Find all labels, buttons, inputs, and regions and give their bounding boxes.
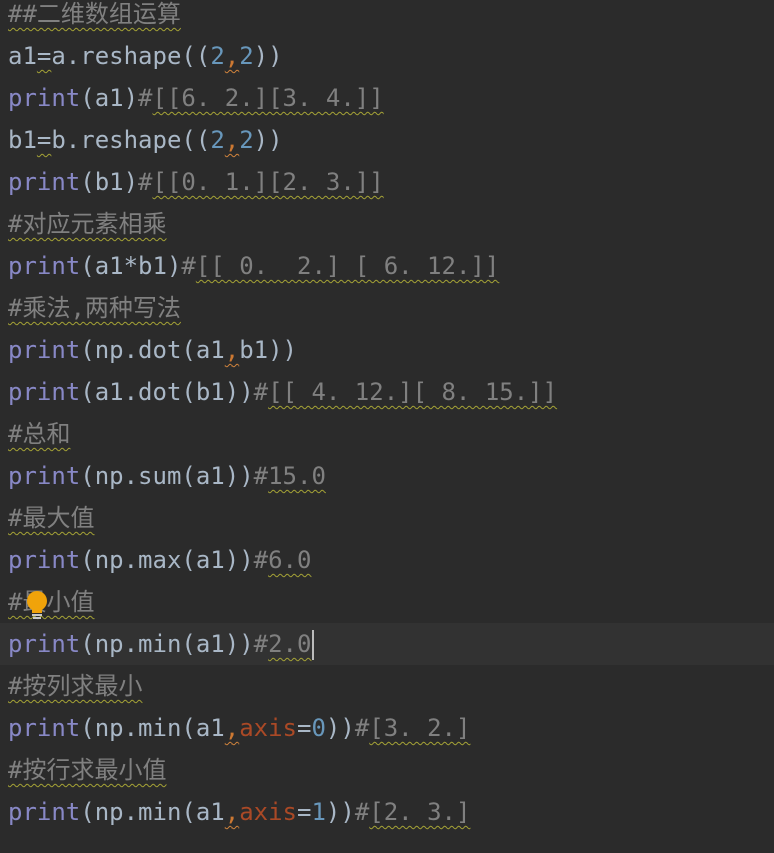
code-token: 15.0: [268, 462, 326, 490]
code-line[interactable]: print(np.dot(a1,b1)): [0, 329, 774, 371]
code-line[interactable]: print(a1*b1)#[[ 0. 2.] [ 6. 12.]]: [0, 245, 774, 287]
code-token: )): [253, 42, 283, 70]
code-token: #: [354, 714, 370, 742]
code-token: 2: [239, 42, 254, 70]
code-editor[interactable]: ##二维数组运算 a1=a.reshape((2,2)) print(a1)#[[6…: [0, 0, 774, 853]
code-line[interactable]: b1=b.reshape((2,2)): [0, 119, 774, 161]
code-token: [[0. 1.][2. 3.]]: [152, 168, 384, 196]
code-token: #: [181, 252, 196, 280]
code-token: (np.sum(a1)): [80, 462, 254, 490]
code-token: (a1*b1): [80, 252, 182, 280]
code-line[interactable]: print(np.min(a1,axis=1))#[2. 3.]: [0, 791, 774, 833]
code-line[interactable]: #总和: [0, 413, 774, 455]
code-token: print: [8, 546, 81, 574]
code-token: (a1): [80, 84, 139, 112]
code-token: (np.min(a1: [80, 714, 225, 742]
code-line[interactable]: print(a1)#[[6. 2.][3. 4.]]: [0, 77, 774, 119]
code-token: 6.0: [268, 546, 312, 574]
code-token: ,: [224, 714, 240, 742]
code-token: #: [138, 84, 153, 112]
code-token: (np.min(a1)): [80, 630, 254, 658]
code-token: (np.dot(a1: [80, 336, 225, 364]
code-token: #: [253, 378, 269, 406]
code-token: )): [325, 714, 355, 742]
code-token: ##二维数组运算: [8, 0, 181, 28]
code-token: #: [253, 462, 269, 490]
code-token: ,: [224, 126, 240, 154]
code-line[interactable]: print(np.max(a1))#6.0: [0, 539, 774, 581]
code-token: (np.max(a1)): [80, 546, 254, 574]
code-token: print: [8, 630, 81, 658]
code-token: =: [36, 126, 52, 154]
code-token: ,: [224, 42, 240, 70]
code-token: 2.0: [268, 630, 312, 658]
code-token: b.reshape((: [51, 126, 211, 154]
code-line[interactable]: #最大值: [0, 497, 774, 539]
code-token: #: [253, 630, 269, 658]
code-token: [3. 2.]: [369, 714, 471, 742]
code-token: print: [8, 798, 81, 826]
code-token: [[ 4. 12.][ 8. 15.]]: [268, 378, 558, 406]
code-token: #按列求最小: [8, 672, 143, 700]
code-token: #总和: [8, 420, 71, 448]
code-token: 2: [239, 126, 254, 154]
code-line[interactable]: print(b1)#[[0. 1.][2. 3.]]: [0, 161, 774, 203]
code-line[interactable]: #乘法,两种写法: [0, 287, 774, 329]
code-token: [2. 3.]: [369, 798, 471, 826]
code-token: 2: [210, 42, 225, 70]
code-token: ,: [224, 798, 240, 826]
code-line[interactable]: print(np.sum(a1))#15.0: [0, 455, 774, 497]
code-token: #: [138, 168, 153, 196]
code-token: =: [36, 42, 52, 70]
code-token: b1)): [239, 336, 297, 364]
code-token: 2: [210, 126, 225, 154]
code-token: print: [8, 336, 81, 364]
code-token: ,: [224, 336, 240, 364]
code-token: 1: [311, 798, 326, 826]
code-token: [[6. 2.][3. 4.]]: [152, 84, 384, 112]
code-line[interactable]: a1=a.reshape((2,2)): [0, 35, 774, 77]
code-line[interactable]: #按列求最小: [0, 665, 774, 707]
code-token: (np.min(a1: [80, 798, 225, 826]
code-token: )): [253, 126, 283, 154]
code-token: =: [297, 798, 312, 826]
code-line[interactable]: ##二维数组运算: [0, 0, 774, 35]
code-line[interactable]: print(a1.dot(b1))#[[ 4. 12.][ 8. 15.]]: [0, 371, 774, 413]
code-line[interactable]: print(np.min(a1))#2.0: [0, 623, 774, 665]
code-line[interactable]: #对应元素相乘: [0, 203, 774, 245]
code-line[interactable]: #最小值: [0, 581, 774, 623]
code-token: a1: [8, 42, 37, 70]
code-token: #: [253, 546, 269, 574]
code-token: #按行求最小值: [8, 756, 167, 784]
code-token: axis: [239, 798, 297, 826]
code-token: axis: [239, 714, 297, 742]
text-caret: [312, 630, 315, 660]
code-token: 0: [311, 714, 326, 742]
code-token: b1: [8, 126, 37, 154]
lightbulb-icon[interactable]: [26, 590, 48, 620]
code-token: print: [8, 252, 81, 280]
code-line[interactable]: #按行求最小值: [0, 749, 774, 791]
code-token: (a1.dot(b1)): [80, 378, 254, 406]
code-token: print: [8, 168, 81, 196]
code-token: #乘法,两种写法: [8, 294, 181, 322]
code-token: )): [325, 798, 355, 826]
code-token: #对应元素相乘: [8, 210, 167, 238]
code-token: =: [297, 714, 312, 742]
code-token: (b1): [80, 168, 139, 196]
code-token: #: [354, 798, 370, 826]
code-token: #最大值: [8, 504, 95, 532]
code-token: a.reshape((: [51, 42, 211, 70]
code-token: print: [8, 462, 81, 490]
code-token: [[ 0. 2.] [ 6. 12.]]: [195, 252, 500, 280]
code-token: #最小值: [8, 588, 95, 616]
code-token: print: [8, 714, 81, 742]
code-token: print: [8, 84, 81, 112]
code-line[interactable]: print(np.min(a1,axis=0))#[3. 2.]: [0, 707, 774, 749]
code-token: print: [8, 378, 81, 406]
